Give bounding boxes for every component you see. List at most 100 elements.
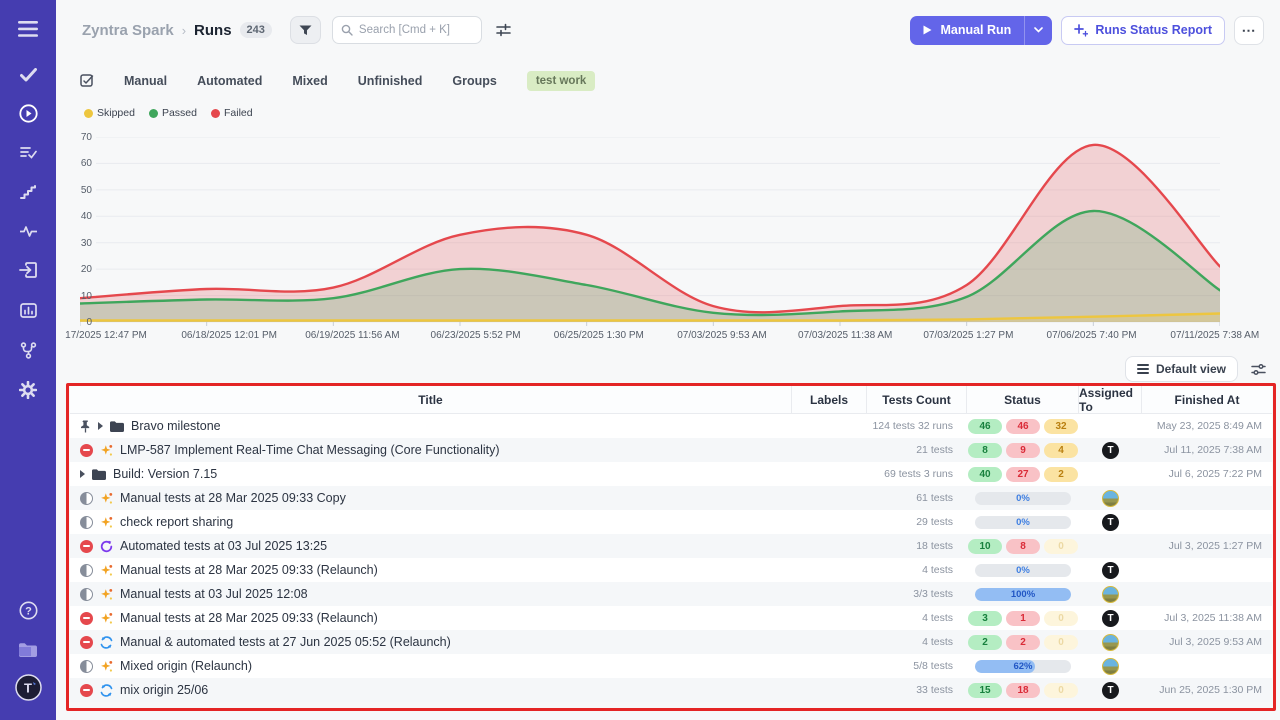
tests-check-icon[interactable] — [0, 60, 56, 90]
skipped-count-badge: 2 — [1044, 467, 1078, 482]
column-header-labels[interactable]: Labels — [792, 386, 867, 413]
table-row[interactable]: Mixed origin (Relaunch) 5/8 tests 62% — [70, 654, 1272, 678]
column-header-status[interactable]: Status — [967, 386, 1079, 413]
run-title[interactable]: Bravo milestone — [131, 419, 221, 433]
run-title[interactable]: check report sharing — [120, 515, 233, 529]
milestones-icon[interactable] — [0, 177, 56, 207]
runs-status-report-button[interactable]: Runs Status Report — [1061, 16, 1225, 45]
skipped-count-badge: 0 — [1044, 611, 1078, 626]
x-axis-tick-label: 06/23/2025 5:52 PM — [431, 330, 521, 341]
assigned-to-cell — [1079, 634, 1142, 651]
table-row[interactable]: Manual tests at 28 Mar 2025 09:33 (Relau… — [70, 558, 1272, 582]
tests-count-cell: 4 tests — [867, 636, 967, 648]
filter-tabs: Manual Automated Mixed Unfinished Groups tes… — [80, 71, 595, 91]
breadcrumb-project[interactable]: Zyntra Spark — [82, 22, 174, 39]
manual-run-dropdown-button[interactable] — [1025, 16, 1052, 45]
run-title[interactable]: LMP-587 Implement Real-Time Chat Messagi… — [120, 443, 500, 457]
breadcrumb-page[interactable]: Runs — [194, 22, 232, 39]
table-row[interactable]: Manual tests at 28 Mar 2025 09:33 (Relau… — [70, 606, 1272, 630]
table-row[interactable]: Manual tests at 28 Mar 2025 09:33 Copy 6… — [70, 486, 1272, 510]
select-runs-icon[interactable] — [80, 74, 94, 88]
activity-pulse-icon[interactable] — [0, 216, 56, 246]
legend-item-passed[interactable]: Passed — [149, 107, 197, 119]
tab-unfinished[interactable]: Unfinished — [358, 74, 423, 88]
table-row[interactable]: Manual tests at 03 Jul 2025 12:08 3/3 te… — [70, 582, 1272, 606]
run-title[interactable]: Automated tests at 03 Jul 2025 13:25 — [120, 539, 327, 553]
run-title[interactable]: Manual tests at 28 Mar 2025 09:33 (Relau… — [120, 611, 378, 625]
table-settings-icon[interactable] — [1251, 363, 1266, 376]
table-row[interactable]: LMP-587 Implement Real-Time Chat Messagi… — [70, 438, 1272, 462]
expand-caret-icon[interactable] — [98, 422, 103, 430]
reports-chart-icon[interactable] — [0, 295, 56, 325]
in-progress-run-state-icon — [80, 660, 93, 673]
assignee-avatar[interactable] — [1102, 634, 1119, 651]
assignee-avatar[interactable] — [1102, 586, 1119, 603]
traceability-branch-icon[interactable] — [0, 335, 56, 365]
assignee-avatar[interactable] — [1102, 658, 1119, 675]
pin-icon — [80, 420, 91, 433]
table-row[interactable]: mix origin 25/06 33 tests 15180 T Jun 25… — [70, 678, 1272, 702]
run-title[interactable]: Mixed origin (Relaunch) — [120, 659, 252, 673]
table-row[interactable]: Bravo milestone 124 tests 32 runs 464632… — [70, 414, 1272, 438]
run-title[interactable]: Manual & automated tests at 27 Jun 2025 … — [120, 635, 451, 649]
table-row[interactable]: Automated tests at 03 Jul 2025 13:25 18 … — [70, 534, 1272, 558]
default-view-button[interactable]: Default view — [1125, 356, 1238, 382]
more-options-button[interactable]: ⋯ — [1234, 16, 1264, 45]
runs-area-chart — [80, 137, 1220, 329]
search-input[interactable] — [359, 24, 469, 36]
progress-label: 0% — [975, 564, 1071, 577]
table-row[interactable]: check report sharing 29 tests 0% T — [70, 510, 1272, 534]
assignee-avatar[interactable]: T — [1102, 610, 1119, 627]
assignee-avatar[interactable]: T — [1102, 514, 1119, 531]
column-header-assigned-to[interactable]: Assigned To — [1079, 386, 1142, 413]
legend-item-skipped[interactable]: Skipped — [84, 107, 135, 119]
tests-count-cell: 4 tests — [867, 564, 967, 576]
run-title[interactable]: Manual tests at 03 Jul 2025 12:08 — [120, 587, 308, 601]
menu-icon[interactable] — [0, 14, 56, 44]
adjustments-icon[interactable] — [496, 23, 511, 37]
projects-folder-icon[interactable] — [0, 635, 56, 665]
title-cell: Bravo milestone — [70, 419, 792, 433]
progress-label: 0% — [975, 516, 1071, 529]
settings-gear-icon[interactable] — [0, 375, 56, 405]
y-axis-tick-label: 0 — [56, 317, 92, 328]
test-plans-icon[interactable] — [0, 138, 56, 168]
runs-play-icon[interactable] — [0, 98, 56, 128]
assignee-avatar[interactable]: T — [1102, 562, 1119, 579]
x-axis-tick-label: 07/03/2025 9:53 AM — [677, 330, 767, 341]
assignee-avatar[interactable] — [1102, 490, 1119, 507]
help-icon[interactable]: ? — [0, 595, 56, 625]
filter-button[interactable] — [290, 16, 321, 44]
filter-tag-test-work[interactable]: test work — [527, 71, 596, 91]
tab-automated[interactable]: Automated — [197, 74, 262, 88]
run-title[interactable]: Manual tests at 28 Mar 2025 09:33 (Relau… — [120, 563, 378, 577]
tab-groups[interactable]: Groups — [452, 74, 496, 88]
status-cell: 62% — [967, 660, 1079, 673]
play-icon — [923, 25, 932, 35]
mixed-origin-icon — [100, 684, 113, 697]
column-header-tests-count[interactable]: Tests Count — [867, 386, 967, 413]
run-title[interactable]: Build: Version 7.15 — [113, 467, 217, 481]
legend-item-failed[interactable]: Failed — [211, 107, 253, 119]
tab-mixed[interactable]: Mixed — [292, 74, 327, 88]
assignee-avatar[interactable]: T — [1102, 682, 1119, 699]
table-row[interactable]: Build: Version 7.15 69 tests 3 runs 4027… — [70, 462, 1272, 486]
run-title[interactable]: mix origin 25/06 — [120, 683, 208, 697]
search-box[interactable] — [332, 16, 482, 44]
manual-origin-icon — [100, 564, 113, 577]
assignee-avatar[interactable]: T — [1102, 442, 1119, 459]
status-cell: 220 — [967, 635, 1079, 650]
x-axis-tick-label: 06/19/2025 11:56 AM — [305, 330, 399, 341]
column-header-title[interactable]: Title — [70, 386, 792, 413]
requirements-import-icon[interactable] — [0, 255, 56, 285]
legend-label: Passed — [162, 107, 197, 119]
manual-run-button[interactable]: Manual Run — [910, 16, 1024, 45]
status-cell: 1080 — [967, 539, 1079, 554]
user-avatar[interactable]: T — [0, 672, 56, 702]
expand-caret-icon[interactable] — [80, 470, 85, 478]
tab-manual[interactable]: Manual — [124, 74, 167, 88]
table-row[interactable]: Manual & automated tests at 27 Jun 2025 … — [70, 630, 1272, 654]
run-title[interactable]: Manual tests at 28 Mar 2025 09:33 Copy — [120, 491, 346, 505]
column-header-finished-at[interactable]: Finished At — [1142, 386, 1272, 413]
sidebar: ? T — [0, 0, 56, 720]
